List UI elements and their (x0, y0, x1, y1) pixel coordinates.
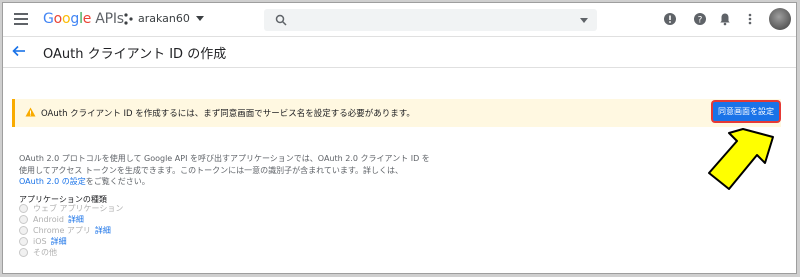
oauth-description: OAuth 2.0 プロトコルを使用して Google API を呼び出すアプリ… (19, 153, 439, 188)
radio-circle-icon (19, 237, 28, 246)
avatar[interactable] (769, 8, 791, 30)
chrome-app-details-link[interactable]: 詳細 (95, 225, 111, 236)
page-title: OAuth クライアント ID の作成 (43, 47, 227, 62)
radio-circle-icon (19, 248, 28, 257)
radio-android[interactable]: Android 詳細 (19, 214, 123, 225)
radio-ios[interactable]: iOS 詳細 (19, 236, 123, 247)
search-bar[interactable] (264, 9, 597, 31)
project-name: arakan60 (138, 12, 190, 25)
warning-message: OAuth クライアント ID を作成するには、まず同意画面でサービス名を設定す… (41, 109, 415, 119)
application-type-radio-group: ウェブ アプリケーション Android 詳細 Chrome アプリ 詳細 iO… (19, 203, 123, 258)
chat-support-icon[interactable] (663, 12, 677, 26)
radio-other[interactable]: その他 (19, 247, 123, 258)
more-vert-icon[interactable] (743, 12, 757, 26)
notifications-icon[interactable] (718, 12, 732, 26)
ios-details-link[interactable]: 詳細 (51, 236, 67, 247)
description-line: OAuth 2.0 プロトコルを使用して Google API を呼び出すアプリ… (19, 154, 430, 163)
warning-icon (25, 107, 36, 117)
warning-banner: OAuth クライアント ID を作成するには、まず同意画面でサービス名を設定す… (12, 99, 781, 127)
radio-circle-icon (19, 215, 28, 224)
android-details-link[interactable]: 詳細 (68, 214, 84, 225)
search-dropdown-icon[interactable] (580, 18, 588, 23)
back-arrow-icon[interactable] (12, 45, 26, 57)
yellow-pointer-arrow-icon (708, 128, 774, 190)
radio-web-application[interactable]: ウェブ アプリケーション (19, 203, 123, 214)
google-apis-logo[interactable]: Google APIs (43, 11, 124, 27)
project-selector[interactable]: arakan60 (124, 12, 204, 25)
description-line: 使用してアクセス トークンを生成できます。このトークンには一意の識別子が含まれて… (19, 165, 404, 175)
top-app-bar: Google APIs arakan60 ? (3, 3, 796, 37)
search-icon (275, 14, 287, 26)
browser-frame: Google APIs arakan60 ? OAuth クライアント ID の… (2, 2, 797, 274)
description-line: OAuth 2.0 の設定をご覧ください。 (19, 177, 150, 186)
configure-consent-screen-button[interactable]: 同意画面を設定 (713, 102, 779, 121)
menu-icon[interactable] (14, 13, 28, 25)
project-dots-icon (124, 12, 133, 25)
svg-text:?: ? (698, 16, 703, 26)
help-icon[interactable]: ? (693, 12, 707, 26)
oauth-setup-link[interactable]: OAuth 2.0 の設定 (19, 177, 86, 186)
page-header: OAuth クライアント ID の作成 (3, 36, 796, 68)
logo-suffix: APIs (95, 11, 124, 27)
search-input[interactable] (294, 12, 578, 30)
radio-chrome-app[interactable]: Chrome アプリ 詳細 (19, 225, 123, 236)
radio-circle-icon (19, 204, 28, 213)
chevron-down-icon (195, 16, 204, 21)
radio-circle-icon (19, 226, 28, 235)
